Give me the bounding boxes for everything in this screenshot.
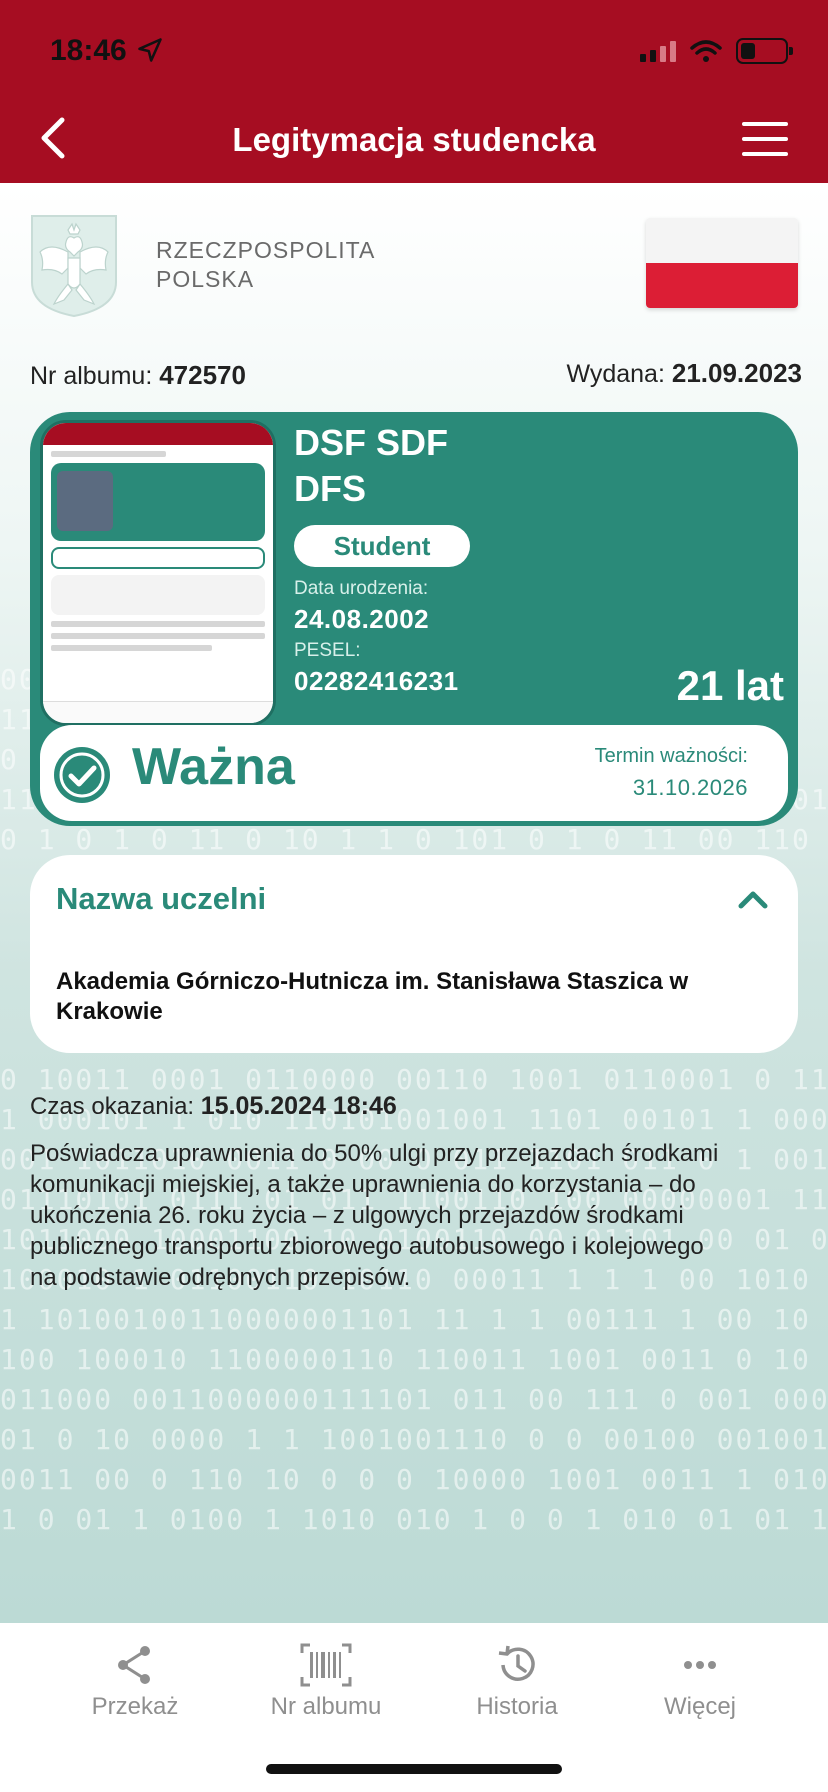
valid-until-value: 31.10.2026 [632,775,748,800]
status-indicators [640,36,793,66]
polish-flag [646,218,798,308]
tab-share-label: Przekaż [91,1693,179,1720]
issued-value: 21.09.2023 [671,358,802,388]
tab-more[interactable]: Więcej [620,1643,780,1721]
tab-more-label: Więcej [663,1693,736,1720]
birth-date-label: Data urodzenia: [294,578,429,599]
country-line-2: POLSKA [156,266,255,292]
entitlement-description: Poświadcza uprawnienia do 50% ulgi przy … [30,1140,719,1291]
check-circle-icon [54,747,110,803]
battery-icon [736,38,793,64]
tab-history[interactable]: Historia [437,1643,597,1721]
app-header: 18:46 Legitymacja studencka [0,0,828,183]
more-icon [684,1661,716,1669]
menu-button[interactable] [742,122,788,156]
university-title: Nazwa uczelni [56,881,267,916]
location-arrow-icon [138,38,162,62]
tab-album-label: Nr albumu [270,1693,382,1720]
cellular-signal-icon [640,40,676,62]
university-panel[interactable]: Nazwa uczelni Akademia Górniczo-Hutnicza… [30,855,798,1053]
validity-status: Ważna [132,738,295,796]
page-title: Legitymacja studencka [232,121,596,158]
birth-date-value: 24.08.2002 [294,604,430,634]
home-indicator[interactable] [266,1764,562,1774]
pesel-label: PESEL: [294,640,361,661]
holder-name-line-2: DFS [294,468,366,509]
student-badge: Student [294,525,470,567]
issued-label: Wydana: [566,360,665,388]
validity-box: Ważna Termin ważności: 31.10.2026 [40,725,788,821]
holder-name-line-1: DSF SDF [294,422,449,463]
polish-eagle-emblem [31,215,117,318]
wifi-icon [690,40,722,62]
album-value: 472570 [159,360,246,390]
chevron-up-icon[interactable] [738,889,768,909]
country-line-1: RZECZPOSPOLITA [156,237,376,263]
album-number-row: Nr albumu: 472570 [30,360,246,391]
share-icon [118,1646,150,1684]
holder-photo [40,420,276,726]
history-icon [498,1645,535,1681]
holder-name: DSF SDF DFS [294,420,514,512]
tab-share[interactable]: Przekaż [55,1643,215,1721]
valid-until-label: Termin ważności: [594,745,748,767]
age-value: 21 lat [676,662,784,709]
issued-date-row: Wydana: 21.09.2023 [566,358,802,389]
shown-at-label: Czas okazania: [30,1093,195,1120]
album-label: Nr albumu: [30,362,153,390]
shown-at-row: Czas okazania: 15.05.2024 18:46 [30,1092,397,1121]
tab-history-label: Historia [476,1693,558,1720]
pesel-value: 02282416231 [294,666,459,696]
status-time: 18:46 [50,34,127,67]
barcode-icon [300,1643,352,1687]
tab-album-number[interactable]: Nr albumu [246,1643,406,1721]
university-name: Akademia Górniczo-Hutnicza im. Stanisław… [56,968,689,1025]
shown-at-value: 15.05.2024 18:46 [200,1092,397,1120]
country-name: RZECZPOSPOLITA POLSKA [156,236,375,294]
student-id-card: DSF SDF DFS Student Data urodzenia: 24.0… [30,412,798,826]
